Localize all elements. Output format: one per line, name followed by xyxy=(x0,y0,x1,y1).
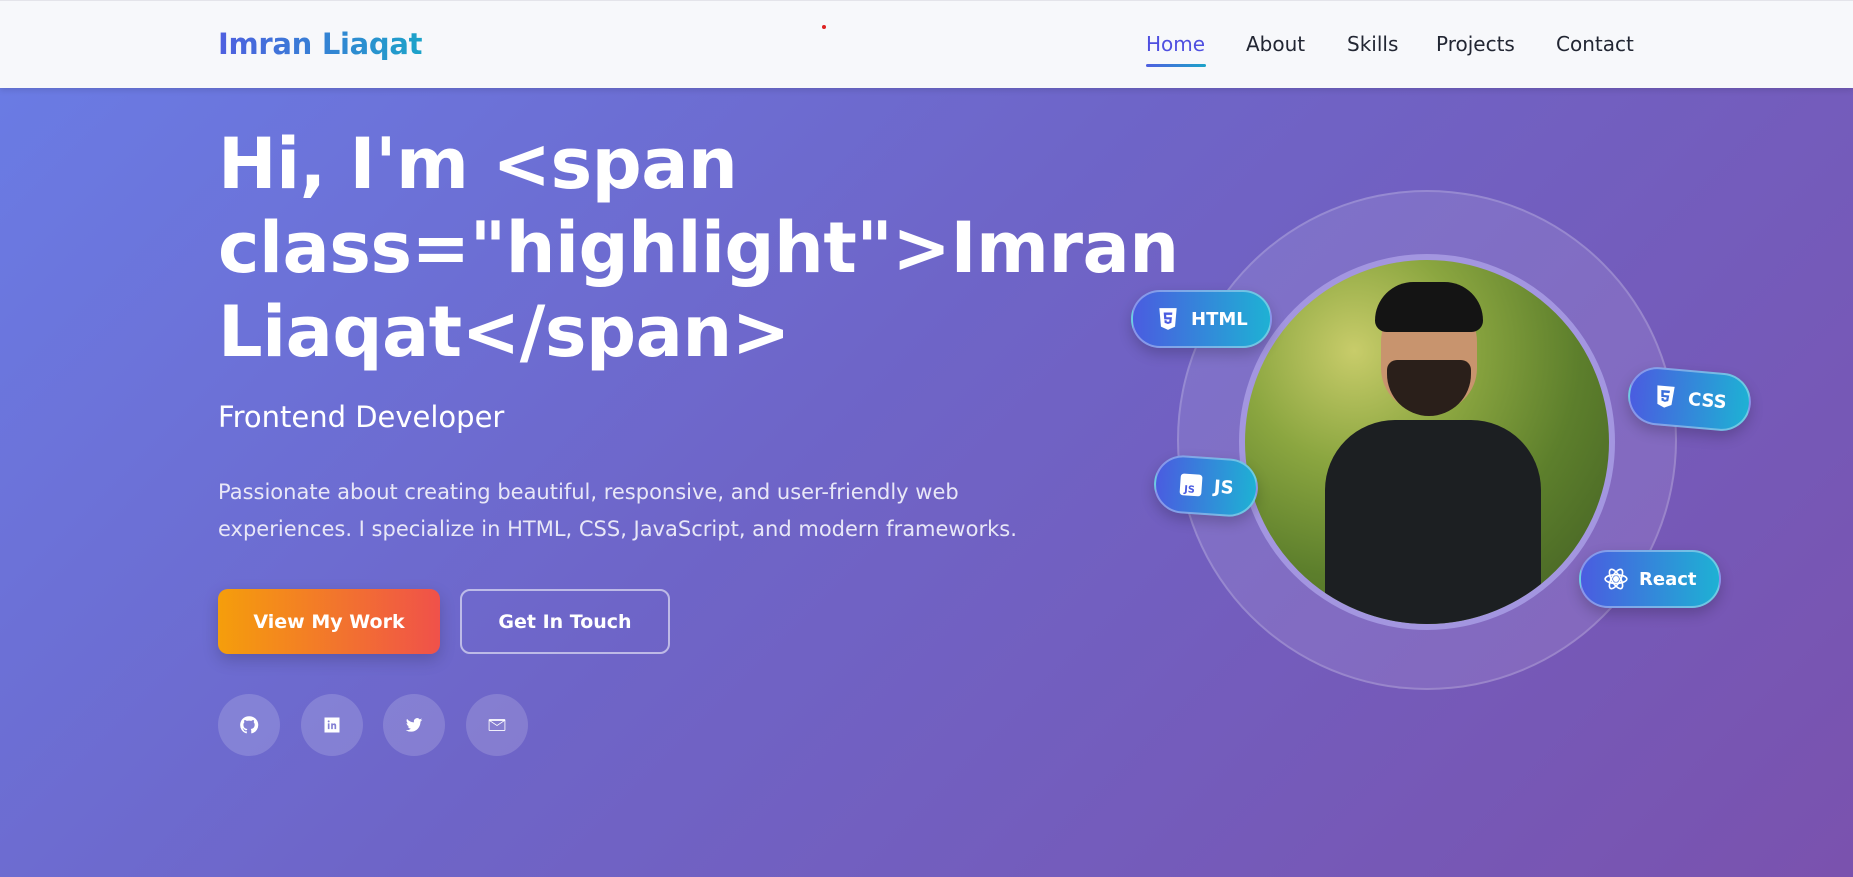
person-beard xyxy=(1387,360,1471,416)
linkedin-link[interactable] xyxy=(301,694,363,756)
badge-react-label: React xyxy=(1639,568,1697,590)
twitter-link[interactable] xyxy=(383,694,445,756)
hero-description: Passionate about creating beautiful, res… xyxy=(218,480,1017,541)
decorative-dot xyxy=(822,25,826,29)
github-icon xyxy=(240,716,259,734)
active-nav-underline xyxy=(1146,64,1206,67)
person-body xyxy=(1325,420,1541,624)
css3-icon xyxy=(1657,385,1675,408)
envelope-icon xyxy=(488,719,506,731)
github-link[interactable] xyxy=(218,694,280,756)
get-in-touch-button[interactable]: Get In Touch xyxy=(460,589,670,654)
badge-html-label: HTML xyxy=(1191,308,1248,330)
twitter-icon xyxy=(405,718,423,732)
brand-logo[interactable]: Imran Liaqat xyxy=(218,27,423,61)
react-icon xyxy=(1604,568,1628,590)
navbar: Imran Liaqat Home About Skills Projects … xyxy=(0,0,1853,88)
javascript-icon: JS xyxy=(1179,473,1203,497)
hero-role: Frontend Developer xyxy=(218,400,505,434)
email-link[interactable] xyxy=(466,694,528,756)
badge-css-label: CSS xyxy=(1687,388,1728,413)
nav-home[interactable]: Home xyxy=(1146,32,1205,56)
profile-photo xyxy=(1239,254,1615,630)
view-my-work-button[interactable]: View My Work xyxy=(218,589,440,654)
html5-icon xyxy=(1159,308,1177,330)
nav-contact[interactable]: Contact xyxy=(1556,32,1634,56)
badge-react: React xyxy=(1579,550,1721,608)
person-hair xyxy=(1375,282,1483,332)
linkedin-icon xyxy=(324,717,340,733)
nav-skills[interactable]: Skills xyxy=(1347,32,1398,56)
badge-html: HTML xyxy=(1131,290,1272,348)
hero-headline: Hi, I'm <span class="highlight">Imran Li… xyxy=(218,123,1179,373)
nav-about[interactable]: About xyxy=(1246,32,1305,56)
badge-js: JS JS xyxy=(1152,453,1260,519)
nav-projects[interactable]: Projects xyxy=(1436,32,1515,56)
svg-text:JS: JS xyxy=(1183,484,1195,496)
badge-js-label: JS xyxy=(1213,476,1235,499)
